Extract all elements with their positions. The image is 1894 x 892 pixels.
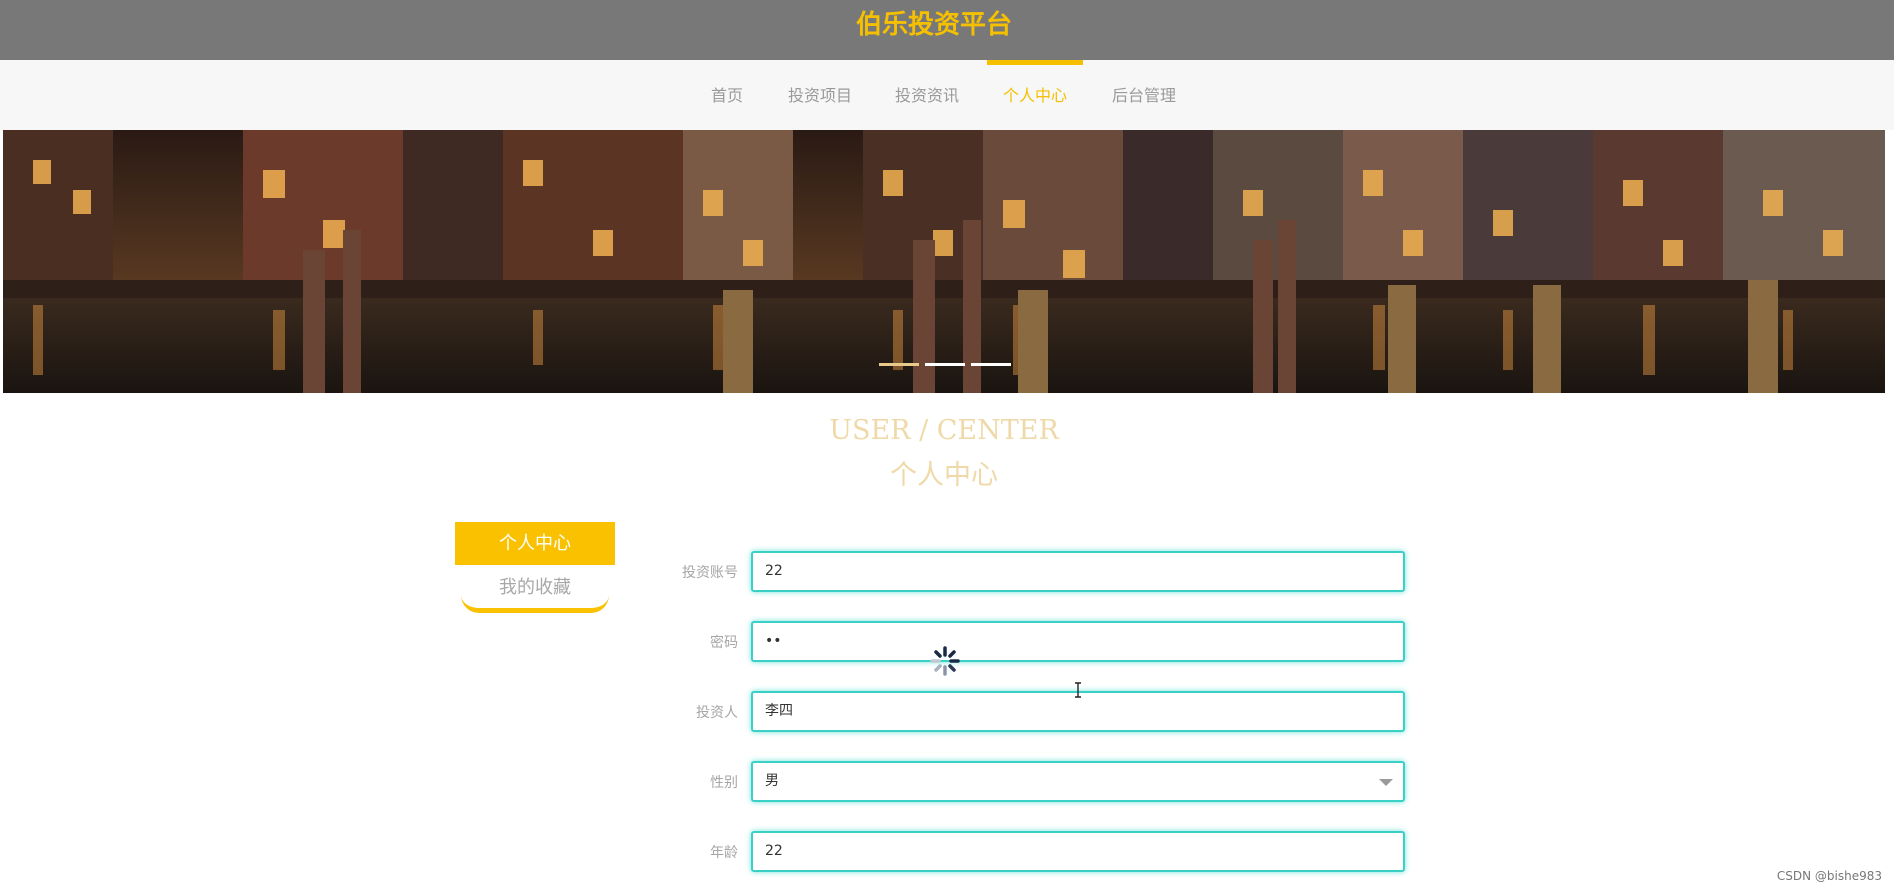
sidebar-item-user-center[interactable]: 个人中心 — [455, 522, 615, 565]
nav-item-projects[interactable]: 投资项目 — [780, 60, 860, 130]
chevron-down-icon[interactable] — [1379, 779, 1393, 786]
carousel-dot-2[interactable] — [925, 363, 965, 366]
gender-value: 男 — [765, 773, 779, 789]
account-field[interactable]: 22 — [751, 551, 1405, 592]
main-nav: 首页 投资项目 投资资讯 个人中心 后台管理 — [0, 60, 1894, 130]
gender-label: 性别 — [710, 775, 738, 791]
age-label: 年龄 — [710, 845, 738, 861]
section-title-en: USER / CENTER — [829, 415, 1059, 446]
account-label: 投资账号 — [682, 565, 738, 581]
password-label: 密码 — [710, 635, 738, 651]
carousel-dot-1[interactable] — [879, 363, 919, 366]
text-cursor-icon — [1075, 682, 1081, 698]
nav-item-admin[interactable]: 后台管理 — [1104, 60, 1184, 130]
gender-select[interactable]: 男 — [751, 761, 1405, 802]
nav-item-user-center[interactable]: 个人中心 — [987, 60, 1083, 130]
age-field[interactable]: 22 — [751, 831, 1405, 872]
site-title: 伯乐投资平台 — [855, 10, 1012, 40]
password-field[interactable]: •• — [751, 621, 1405, 662]
watermark-text: CSDN @bishe983 — [1776, 869, 1882, 883]
spinner-icon — [930, 646, 960, 676]
night-canal-houses-photo — [3, 130, 1885, 393]
hero-banner-image — [3, 130, 1885, 393]
sidebar-item-favorites[interactable]: 我的收藏 — [461, 566, 609, 613]
nav-item-home[interactable]: 首页 — [702, 60, 752, 130]
investor-label: 投资人 — [696, 705, 738, 721]
section-title-cn: 个人中心 — [890, 460, 998, 491]
top-header-bar: 伯乐投资平台 — [0, 0, 1894, 60]
carousel-dot-3[interactable] — [971, 363, 1011, 366]
nav-item-news[interactable]: 投资资讯 — [887, 60, 967, 130]
